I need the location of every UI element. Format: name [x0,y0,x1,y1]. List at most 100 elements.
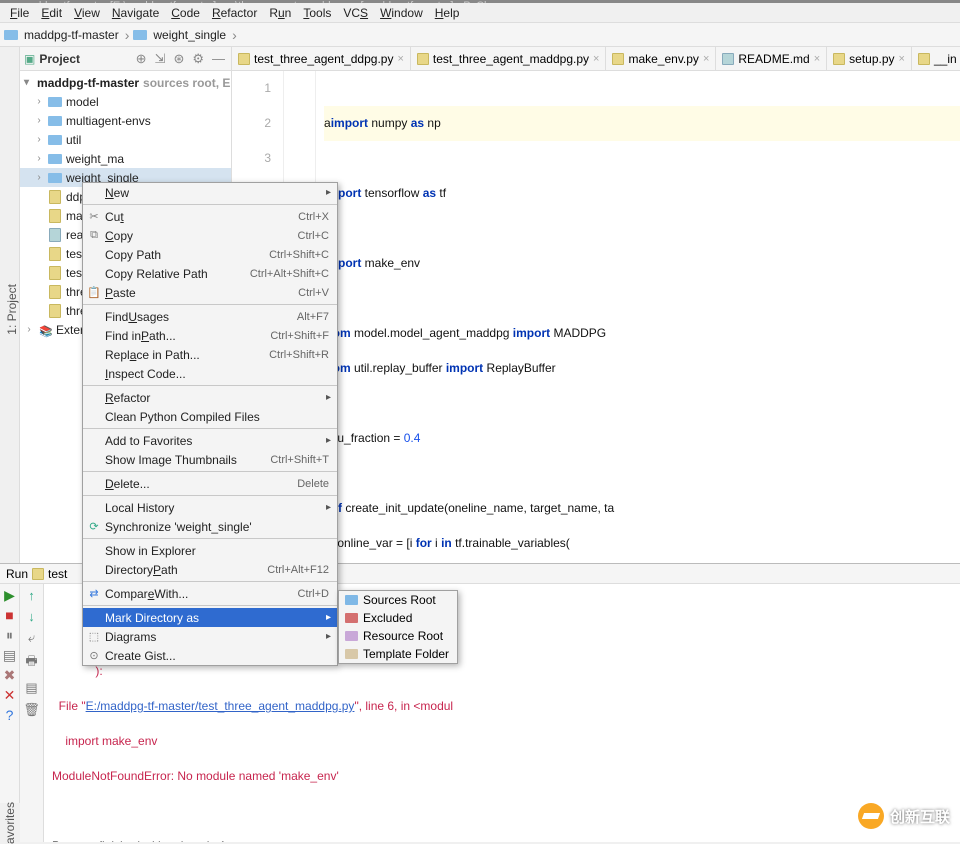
submenu-excluded[interactable]: Excluded [339,609,457,627]
editor-tab[interactable]: setup.py× [827,47,912,70]
diff-icon: ⇄ [87,587,101,600]
sidebar-tab-favorites[interactable]: avorites [0,803,20,843]
menu-local-history[interactable]: Local History▸ [83,498,337,517]
submenu-sources-root[interactable]: Sources Root [339,591,457,609]
menu-vcs[interactable]: VCS [337,4,374,22]
rerun-icon[interactable]: ▶ [4,588,15,602]
menu-show-in-explorer[interactable]: Show in Explorer [83,541,337,560]
editor-area: test_three_agent_ddpg.py× test_three_age… [232,47,960,563]
wrap-icon[interactable]: ⤶ [28,630,35,646]
menu-replace-in-path[interactable]: Replace in Path...Ctrl+Shift+R [83,345,337,364]
pause-icon[interactable]: ⏸ [6,628,13,642]
editor-tab[interactable]: make_env.py× [606,47,716,70]
menu-diagrams[interactable]: ⬚Diagrams▸ [83,627,337,646]
menu-show-thumbnails[interactable]: Show Image ThumbnailsCtrl+Shift+T [83,450,337,469]
menu-create-gist[interactable]: ⊙Create Gist... [83,646,337,665]
menu-find-in-path[interactable]: Find in Path...Ctrl+Shift+F [83,326,337,345]
menu-paste[interactable]: 📋PasteCtrl+V [83,283,337,302]
python-file-icon [612,53,624,65]
menu-add-favorites[interactable]: Add to Favorites▸ [83,431,337,450]
tree-folder[interactable]: ›multiagent-envs [20,111,231,130]
menu-copy-path[interactable]: Copy PathCtrl+Shift+C [83,245,337,264]
pin-icon[interactable]: ✖ [4,668,16,682]
menu-run[interactable]: Run [263,4,297,22]
editor-tab[interactable]: __in [912,47,960,70]
tree-folder[interactable]: ›util [20,130,231,149]
help-icon[interactable]: ? [6,708,14,722]
scissors-icon: ✂ [87,210,101,223]
menu-new[interactable]: New▸ [83,183,337,202]
tree-root[interactable]: ▾maddpg-tf-mastersources root, E:\ [20,73,231,92]
menu-delete[interactable]: Delete...Delete [83,474,337,493]
context-menu[interactable]: New▸ ✂CutCtrl+X ⧉CopyCtrl+C Copy PathCtr… [82,182,338,666]
close-icon[interactable]: × [593,53,599,65]
editor-tab[interactable]: test_three_agent_maddpg.py× [411,47,607,70]
chevron-right-icon: › [121,27,134,43]
mark-directory-submenu[interactable]: Sources Root Excluded Resource Root Temp… [338,590,458,664]
layout-icon[interactable]: ▤ [3,648,16,662]
paste-icon: 📋 [87,286,101,299]
collapse-icon[interactable]: ⇲ [153,51,168,67]
menu-edit[interactable]: Edit [35,4,68,22]
folder-icon [48,97,62,107]
trash-icon[interactable]: 🗑 [23,702,40,718]
breadcrumb-child[interactable]: weight_single [151,28,228,42]
print-icon[interactable]: 🖶 [25,652,37,674]
folder-red-icon [345,613,358,623]
menu-copy-relative-path[interactable]: Copy Relative PathCtrl+Alt+Shift+C [83,264,337,283]
target-icon[interactable]: ⊛ [171,51,186,67]
menu-inspect-code[interactable]: Inspect Code... [83,364,337,383]
close-icon[interactable]: ✕ [4,688,16,702]
expand-icon[interactable]: ⊕ [134,51,149,67]
filter-icon[interactable]: ▤ [25,680,37,696]
menu-help[interactable]: Help [429,4,466,22]
editor-tabs: test_three_agent_ddpg.py× test_three_age… [232,47,960,71]
editor-tab[interactable]: test_three_agent_ddpg.py× [232,47,411,70]
up-icon[interactable]: ↑ [28,588,35,603]
hide-icon[interactable]: — [210,51,227,66]
main-menu: File Edit View Navigate Code Refactor Ru… [0,3,960,23]
chevron-right-icon: › [228,27,241,43]
tree-folder[interactable]: ›weight_ma [20,149,231,168]
menu-cut[interactable]: ✂CutCtrl+X [83,207,337,226]
menu-directory-path[interactable]: Directory PathCtrl+Alt+F12 [83,560,337,579]
menu-compare-with[interactable]: ⇄Compare With...Ctrl+D [83,584,337,603]
diagram-icon: ⬚ [87,630,101,643]
gear-icon[interactable]: ⚙ [190,51,206,67]
editor-tab[interactable]: README.md× [716,47,827,70]
code-content[interactable]: aimport numpy as np import tensorflow as… [316,71,960,563]
sidebar-tab-project[interactable]: 1: Project [5,284,19,335]
menu-synchronize[interactable]: ⟳Synchronize 'weight_single' [83,517,337,536]
close-icon[interactable]: × [397,53,403,65]
menu-clean-python[interactable]: Clean Python Compiled Files [83,407,337,426]
down-icon[interactable]: ↓ [28,609,35,624]
python-file-icon [918,53,930,65]
code-editor[interactable]: 1 2 3 aimport numpy as np import tensorf… [232,71,960,563]
menu-code[interactable]: Code [165,4,206,22]
library-icon [39,324,51,336]
menu-copy[interactable]: ⧉CopyCtrl+C [83,226,337,245]
menu-find-usages[interactable]: Find UsagesAlt+F7 [83,307,337,326]
folder-icon [48,116,62,126]
menu-refactor[interactable]: Refactor▸ [83,388,337,407]
menu-file[interactable]: File [4,4,35,22]
watermark: 创新互联 [858,803,950,829]
submenu-template-folder[interactable]: Template Folder [339,645,457,663]
folder-icon [4,30,18,40]
close-icon[interactable]: × [899,53,905,65]
close-icon[interactable]: × [703,53,709,65]
menu-tools[interactable]: Tools [297,4,337,22]
breadcrumb-root[interactable]: maddpg-tf-master [22,28,121,42]
menu-navigate[interactable]: Navigate [106,4,165,22]
run-config-name[interactable]: test [48,567,67,581]
menu-view[interactable]: View [68,4,106,22]
project-title[interactable]: Project [39,52,129,66]
close-icon[interactable]: × [814,53,820,65]
menu-refactor[interactable]: Refactor [206,4,263,22]
tree-folder[interactable]: ›model [20,92,231,111]
submenu-resource-root[interactable]: Resource Root [339,627,457,645]
stop-icon[interactable]: ■ [5,608,13,622]
menu-window[interactable]: Window [374,4,429,22]
menu-mark-directory-as[interactable]: Mark Directory as▸ [83,608,337,627]
folder-blue-icon [345,595,358,605]
